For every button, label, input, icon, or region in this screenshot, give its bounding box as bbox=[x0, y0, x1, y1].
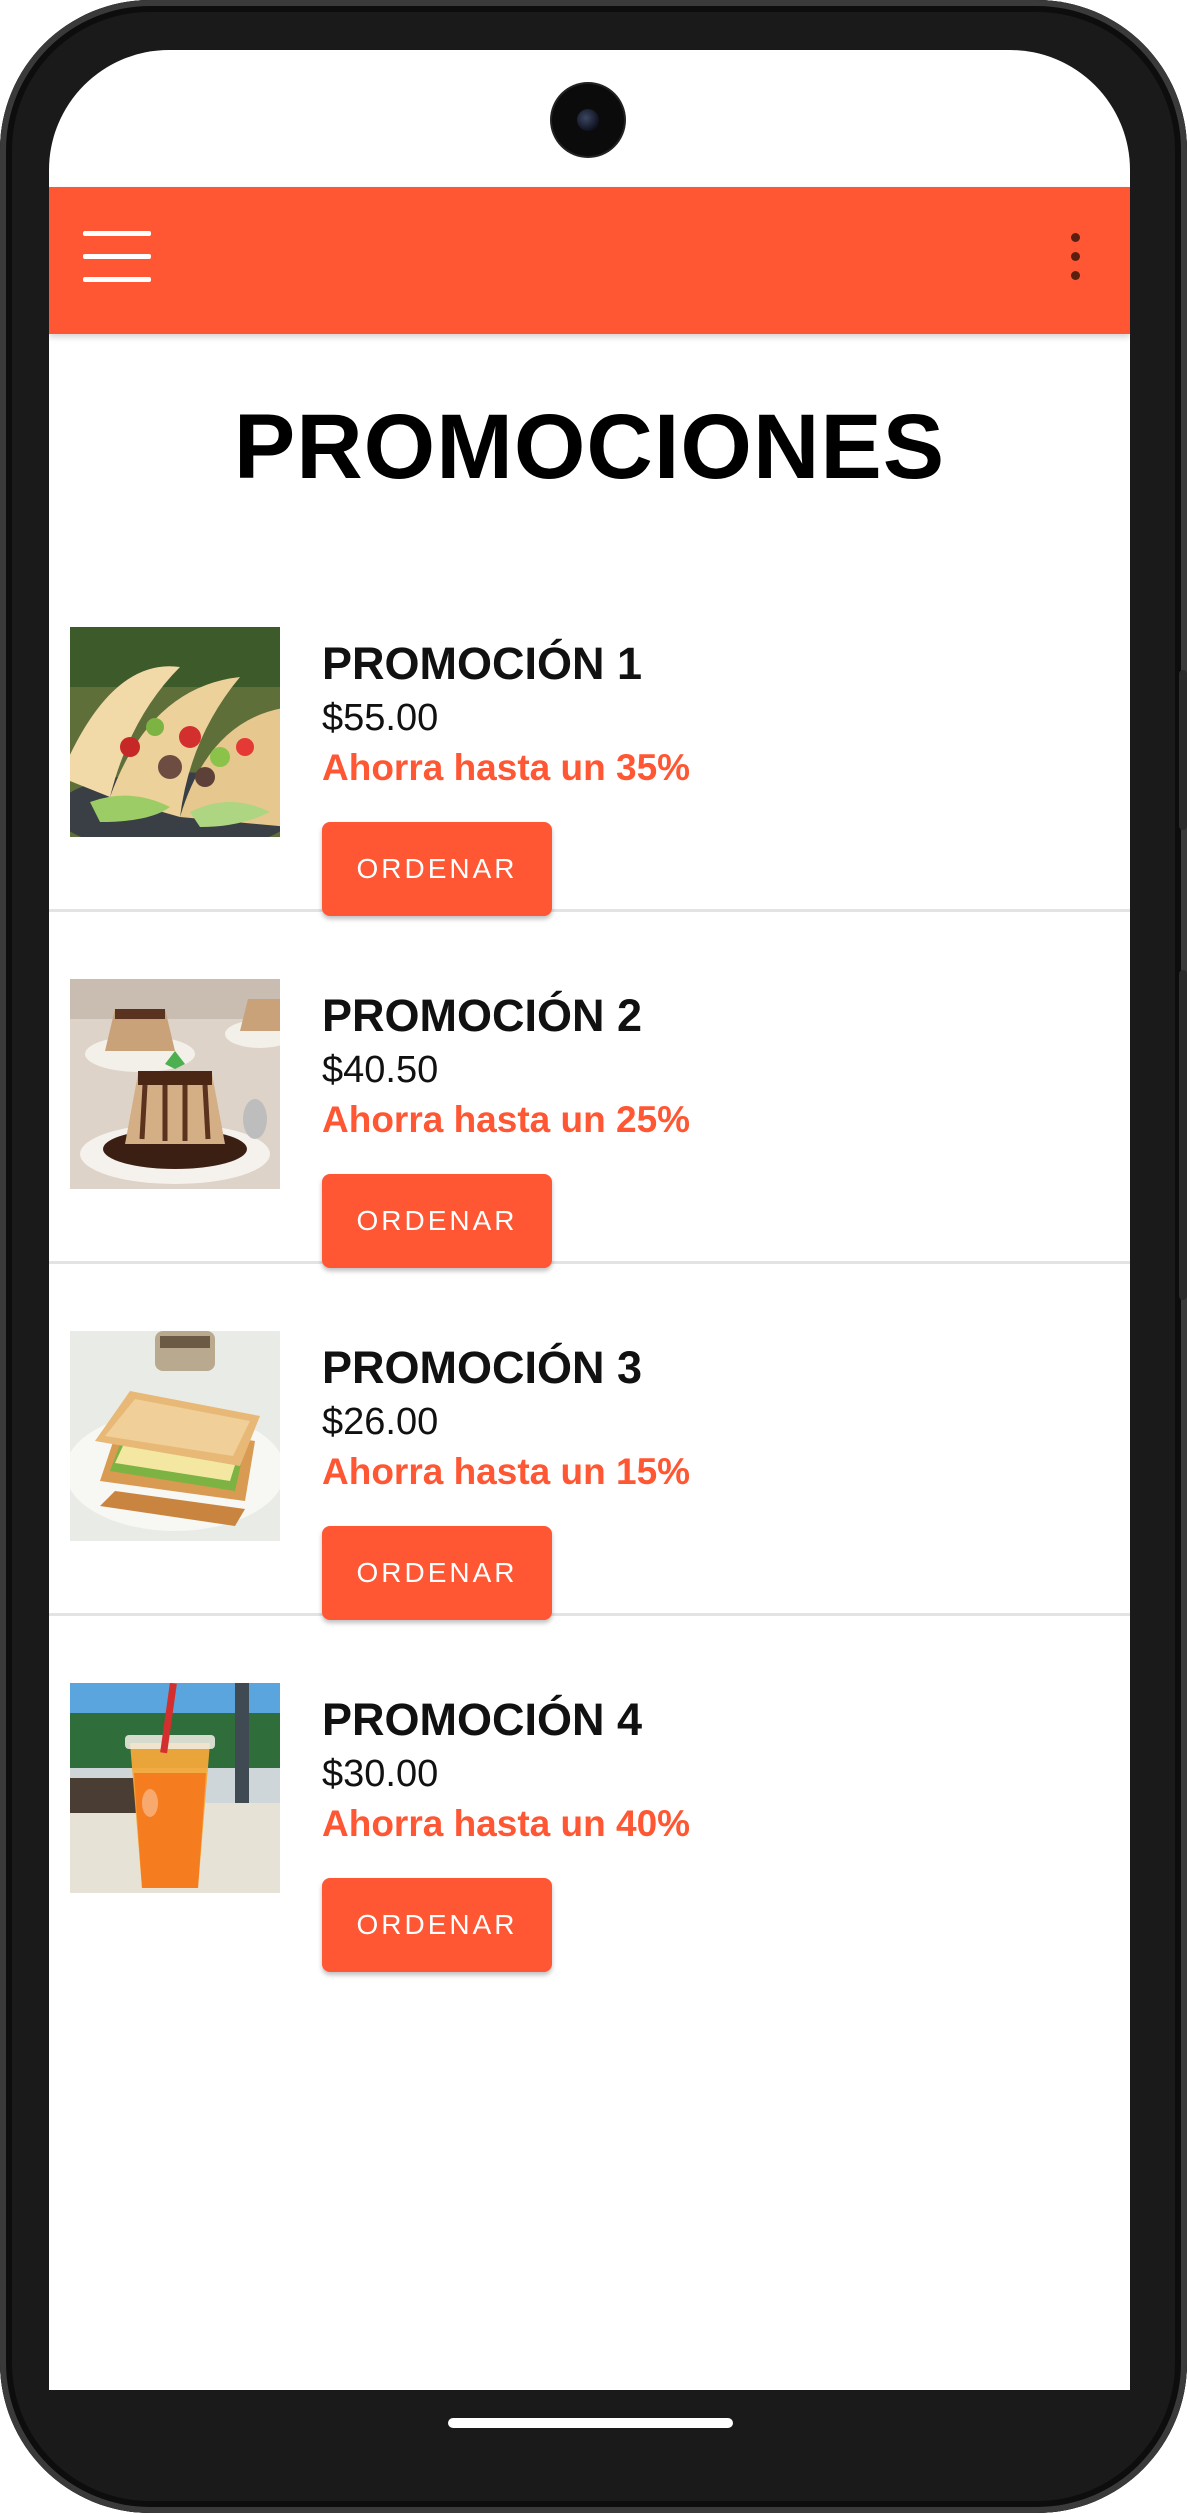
app-screen: PROMOCIONES PROMOCIÓN 1 $55.00 Ahorra ha… bbox=[49, 50, 1130, 2390]
home-indicator[interactable] bbox=[448, 2418, 733, 2428]
front-camera bbox=[552, 84, 624, 156]
tacos-image bbox=[70, 627, 280, 837]
promotion-title: PROMOCIÓN 3 bbox=[322, 1342, 643, 1393]
promotion-savings: Ahorra hasta un 25% bbox=[322, 1099, 691, 1140]
list-item: PROMOCIÓN 4 $30.00 Ahorra hasta un 40% O… bbox=[49, 1616, 1130, 1972]
promotion-savings: Ahorra hasta un 35% bbox=[322, 747, 691, 788]
promotion-price: $30.00 bbox=[322, 1753, 439, 1795]
promotion-title: PROMOCIÓN 1 bbox=[322, 638, 643, 689]
order-button[interactable]: ORDENAR bbox=[322, 1878, 552, 1972]
app-bar bbox=[49, 187, 1130, 334]
promotion-price: $55.00 bbox=[322, 697, 439, 739]
promotion-savings: Ahorra hasta un 15% bbox=[322, 1451, 691, 1492]
promotions-list: PROMOCIÓN 1 $55.00 Ahorra hasta un 35% O… bbox=[49, 560, 1130, 1972]
flan-dessert-image bbox=[70, 979, 280, 1189]
more-vert-icon[interactable] bbox=[1060, 233, 1090, 289]
iced-drink-image bbox=[70, 1683, 280, 1893]
promotion-price: $40.50 bbox=[322, 1049, 439, 1091]
power-button bbox=[1179, 970, 1187, 1300]
order-button[interactable]: ORDENAR bbox=[322, 822, 552, 916]
order-button[interactable]: ORDENAR bbox=[322, 1174, 552, 1268]
phone-frame: PROMOCIONES PROMOCIÓN 1 $55.00 Ahorra ha… bbox=[0, 0, 1187, 2513]
promotion-title: PROMOCIÓN 2 bbox=[322, 990, 643, 1041]
promotion-price: $26.00 bbox=[322, 1401, 439, 1443]
list-item: PROMOCIÓN 1 $55.00 Ahorra hasta un 35% O… bbox=[49, 560, 1130, 916]
volume-button bbox=[1179, 670, 1187, 830]
list-item: PROMOCIÓN 2 $40.50 Ahorra hasta un 25% O… bbox=[49, 912, 1130, 1268]
promotion-savings: Ahorra hasta un 40% bbox=[322, 1803, 691, 1844]
order-button[interactable]: ORDENAR bbox=[322, 1526, 552, 1620]
list-item: PROMOCIÓN 3 $26.00 Ahorra hasta un 15% O… bbox=[49, 1264, 1130, 1620]
page-title: PROMOCIONES bbox=[233, 396, 946, 498]
sandwich-image bbox=[70, 1331, 280, 1541]
hamburger-menu-icon[interactable] bbox=[83, 231, 153, 289]
promotion-title: PROMOCIÓN 4 bbox=[322, 1694, 643, 1745]
